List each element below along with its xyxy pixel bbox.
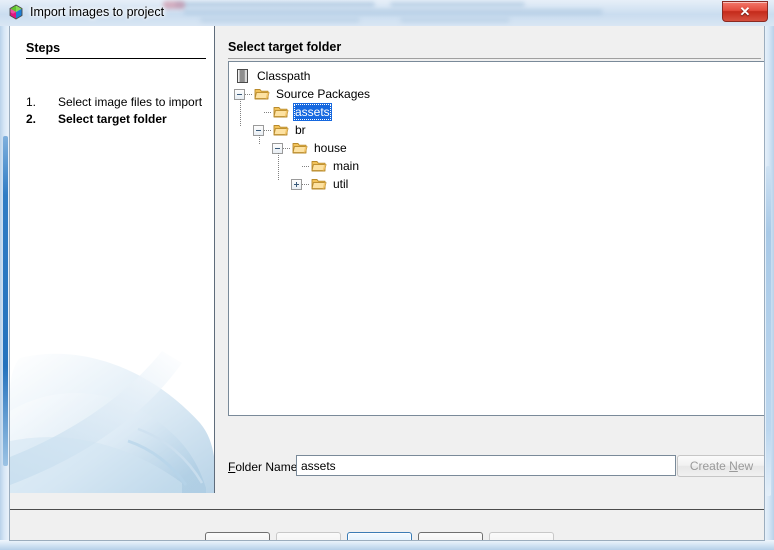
- create-new-mnemonic: N: [729, 459, 738, 473]
- folder-name-label-rest: older Name:: [235, 460, 301, 474]
- button-label-mnemonic: N: [291, 538, 300, 541]
- page-title-rule: [228, 58, 761, 59]
- tree-connector: [302, 166, 310, 167]
- steps-panel: Steps 1. Select image files to import 2.…: [10, 26, 215, 493]
- tree-connector: [302, 184, 310, 185]
- folder-icon: [292, 140, 308, 156]
- button-label-post: ext >: [300, 538, 326, 541]
- folder-icon: [254, 86, 270, 102]
- content-panel: Select target folder Classpath Source Pac…: [216, 26, 764, 493]
- close-button[interactable]: ✕: [722, 1, 768, 22]
- step-label: Select target folder: [58, 112, 167, 126]
- tree-connector: [278, 153, 279, 181]
- classpath-icon: [235, 68, 251, 84]
- create-new-post: ew: [737, 459, 754, 473]
- button-label-post: inish: [371, 538, 396, 541]
- steps-heading-rule: [26, 58, 206, 59]
- back-button[interactable]: < Back: [205, 532, 270, 541]
- tree-connector: [264, 112, 272, 113]
- button-label-post: ack: [237, 538, 256, 541]
- folder-icon: [311, 158, 327, 174]
- window-title: Import images to project: [30, 5, 165, 19]
- finish-button[interactable]: Finish: [347, 532, 412, 541]
- step-number: 2.: [26, 112, 37, 126]
- netbeans-cube-icon: [9, 4, 23, 20]
- create-new-pre: Create: [689, 459, 730, 473]
- cancel-button[interactable]: Cancel: [418, 532, 483, 541]
- step-label: Select image files to import: [58, 95, 203, 109]
- dialog-client-area: Steps 1. Select image files to import 2.…: [9, 26, 765, 541]
- button-label-post: elp: [518, 538, 534, 541]
- button-label-post: ancel: [440, 538, 469, 541]
- tree-expand-icon[interactable]: [291, 179, 302, 190]
- page-title: Select target folder: [228, 40, 342, 54]
- steps-heading: Steps: [26, 41, 61, 55]
- tree-node-label[interactable]: house: [312, 139, 349, 157]
- titlebar: Import images to project ✕: [0, 0, 774, 26]
- tree-connector: [283, 148, 291, 149]
- tree-node-label[interactable]: Source Packages: [274, 85, 372, 103]
- next-button[interactable]: Next >: [276, 532, 341, 541]
- button-label-mnemonic: F: [363, 538, 370, 541]
- tree-connector: [259, 135, 260, 145]
- folder-icon: [273, 104, 289, 120]
- frame-accent-bar-left: [3, 136, 8, 466]
- tree-connector: [245, 94, 253, 95]
- decorative-swoosh-graphic: [10, 351, 214, 493]
- button-bar: < Back Next > Finish Cancel Help: [10, 510, 764, 541]
- folder-icon: [311, 176, 327, 192]
- button-label-mnemonic: H: [509, 538, 518, 541]
- create-new-button[interactable]: Create New: [677, 455, 764, 477]
- window-frame-bottom: [0, 540, 774, 550]
- tree-node-label[interactable]: main: [331, 157, 361, 175]
- tree-connector: [240, 99, 241, 127]
- step-number: 1.: [26, 95, 37, 109]
- close-icon: ✕: [739, 4, 751, 19]
- tree-node-label[interactable]: util: [331, 175, 350, 193]
- dialog-window: Import images to project ✕ Steps 1. Sele…: [0, 0, 774, 550]
- folder-name-input[interactable]: [296, 455, 676, 476]
- target-folder-tree[interactable]: Classpath Source Packages assets br house mai…: [228, 61, 764, 416]
- folder-icon: [273, 122, 289, 138]
- tree-connector: [264, 130, 272, 131]
- folder-name-label: Folder Name:: [228, 460, 301, 474]
- help-button[interactable]: Help: [489, 532, 554, 541]
- frame-accent-bar-right: [766, 166, 771, 496]
- tree-node-label[interactable]: br: [293, 121, 308, 139]
- button-label-pre: <: [219, 538, 229, 541]
- tree-node-label[interactable]: Classpath: [255, 67, 312, 85]
- tree-node-label-selected[interactable]: assets: [293, 103, 332, 121]
